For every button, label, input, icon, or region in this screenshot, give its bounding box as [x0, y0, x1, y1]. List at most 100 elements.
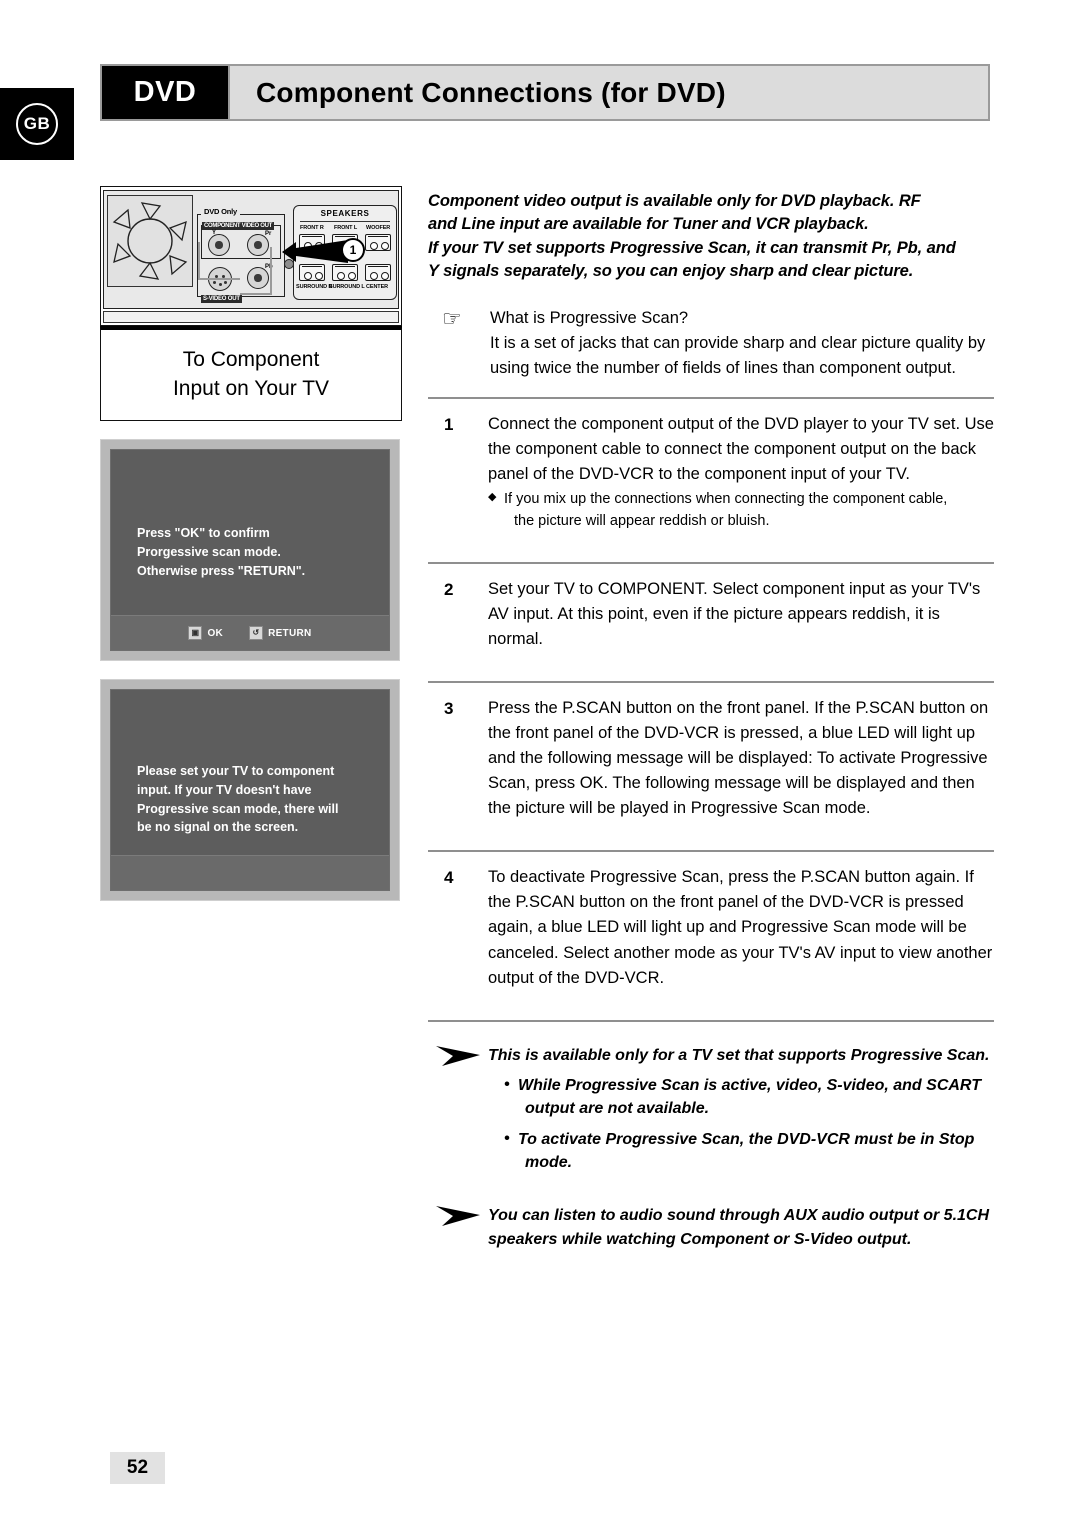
tv-screen-2-message: Please set your TV to component input. I… — [137, 762, 338, 837]
step-1-subnote-text: If you mix up the connections when conne… — [504, 491, 948, 508]
callout-number-1: 1 — [341, 238, 365, 262]
right-column: Component video output is available only… — [428, 190, 994, 1251]
intro-line3: If your TV set supports Progressive Scan… — [428, 238, 956, 257]
tv-mockup-2: Please set your TV to component input. I… — [100, 679, 400, 901]
step-3-number: 3 — [444, 698, 454, 718]
diagram-caption: To Component Input on Your TV — [100, 326, 402, 421]
cable-path-right — [240, 247, 272, 295]
page-header: DVD Component Connections (for DVD) — [100, 64, 990, 121]
header-media-tag: DVD — [100, 64, 230, 121]
tv-screen-1-line1: Press "OK" to confirm — [137, 526, 270, 540]
language-badge-label: GB — [16, 103, 58, 145]
terminal-label-front-r: FRONT R — [300, 225, 324, 231]
osd-button-ok[interactable]: ▣ OK — [188, 626, 223, 640]
intro-paragraph: Component video output is available only… — [428, 190, 994, 284]
arrow-bullet-icon — [436, 1206, 480, 1227]
page-title: Component Connections (for DVD) — [230, 64, 990, 121]
callout-arrow-icon — [282, 240, 348, 263]
jack-y-label: Y — [212, 230, 217, 236]
tip-2-text: You can listen to audio sound through AU… — [488, 1207, 990, 1248]
header-media-tag-label: DVD — [133, 76, 197, 108]
left-column: DVD Only COMPONENT VIDEO OUT Y Pr Pb S-V… — [100, 186, 402, 901]
terminal-surround-l — [332, 264, 358, 281]
speakers-divider — [300, 221, 390, 222]
tip-1: This is available only for a TV set that… — [428, 1044, 994, 1175]
dot-bullet-icon: • — [504, 1076, 510, 1094]
rear-panel-base — [103, 311, 399, 323]
tip-1-bullet-2: • To activate Progressive Scan, the DVD-… — [504, 1128, 994, 1175]
speakers-title: SPEAKERS — [320, 209, 370, 218]
jack-pr-label: Pr — [265, 231, 272, 237]
step-2-text: Set your TV to COMPONENT. Select compone… — [488, 579, 981, 648]
tv-screen-1-button-bar: ▣ OK ↺ RETURN — [111, 615, 389, 650]
tip-1-bullet-2-cont: mode. — [525, 1154, 573, 1172]
terminal-center — [365, 264, 391, 281]
step-3-text: Press the P.SCAN button on the front pan… — [488, 698, 989, 818]
tv-mockup-1: Press "OK" to confirm Prorgessive scan m… — [100, 439, 400, 661]
ok-icon: ▣ — [188, 626, 203, 640]
diamond-bullet-icon: ◆ — [488, 491, 497, 504]
rear-panel-diagram: DVD Only COMPONENT VIDEO OUT Y Pr Pb S-V… — [100, 186, 402, 326]
osd-button-ok-label: OK — [207, 627, 224, 639]
tip-1-bullet-1-cont: output are not available. — [525, 1100, 710, 1118]
osd-button-return[interactable]: ↺ RETURN — [249, 626, 311, 640]
step-1-text: Connect the component output of the DVD … — [488, 414, 994, 484]
dot-bullet-icon: • — [504, 1129, 510, 1147]
tip-1-bullet-1: • While Progressive Scan is active, vide… — [504, 1074, 994, 1121]
step-3: 3 Press the P.SCAN button on the front p… — [428, 683, 994, 834]
step-1-subnote-cont: the picture will appear reddish or bluis… — [514, 512, 770, 529]
step-1: 1 Connect the component output of the DV… — [428, 399, 994, 546]
rule-below-step-4 — [428, 1019, 994, 1022]
diagram-caption-line2: Input on Your TV — [172, 377, 330, 400]
step-2-number: 2 — [444, 579, 454, 599]
tv-screen-2-button-bar — [111, 855, 389, 890]
step-4-number: 4 — [444, 868, 454, 888]
step-1-number: 1 — [444, 414, 454, 434]
tv-screen-1-message: Press "OK" to confirm Prorgessive scan m… — [137, 524, 305, 580]
terminal-label-center: CENTER — [366, 284, 389, 290]
osd-button-return-label: RETURN — [268, 627, 312, 639]
intro-line4: Y signals separately, so you can enjoy s… — [428, 262, 914, 281]
step-4-text: To deactivate Progressive Scan, press th… — [488, 868, 993, 987]
tv-screen-2-line3: Progressive scan mode, there will — [137, 801, 339, 816]
tip-1-bullet-2-text: To activate Progressive Scan, the DVD-VC… — [518, 1130, 975, 1148]
tip-1-text: This is available only for a TV set that… — [488, 1046, 990, 1064]
terminal-label-woofer: WOOFER — [366, 225, 391, 231]
dvd-only-label: DVD Only — [201, 207, 240, 216]
page-title-label: Component Connections (for DVD) — [256, 76, 726, 108]
tips-section: This is available only for a TV set that… — [428, 1044, 994, 1252]
terminal-label-surround-r: SURROUND R — [296, 284, 333, 290]
s-video-out-label: S-VIDEO OUT — [201, 295, 242, 303]
terminal-surround-r — [299, 264, 325, 281]
component-video-out-label: COMPONENT VIDEO OUT — [202, 222, 274, 230]
progressive-scan-note-heading: What is Progressive Scan? — [490, 308, 689, 327]
pointing-hand-icon: ☞ — [442, 305, 462, 331]
arrow-bullet-icon — [436, 1045, 480, 1066]
tv-screen-1-line3: Otherwise press "RETURN". — [137, 563, 306, 578]
diagram-caption-line1: To Component — [182, 348, 320, 372]
tip-2: You can listen to audio sound through AU… — [428, 1204, 994, 1251]
intro-line2: and Line input are available for Tuner a… — [428, 215, 869, 234]
tv-screen-1: Press "OK" to confirm Prorgessive scan m… — [110, 449, 390, 651]
tv-screen-2-line1: Please set your TV to component — [137, 764, 335, 778]
step-4: 4 To deactivate Progressive Scan, press … — [428, 852, 994, 1003]
terminal-woofer — [365, 234, 391, 251]
progressive-scan-note-body: It is a set of jacks that can provide sh… — [490, 333, 986, 377]
tv-screen-2: Please set your TV to component input. I… — [110, 689, 390, 891]
tv-screen-2-line2: input. If your TV doesn't have — [137, 782, 312, 797]
step-1-subnote: ◆ If you mix up the connections when con… — [488, 489, 994, 533]
terminal-label-front-l: FRONT L — [334, 225, 358, 231]
cooling-fan-icon — [107, 195, 193, 287]
language-badge: GB — [0, 88, 74, 160]
step-2: 2 Set your TV to COMPONENT. Select compo… — [428, 564, 994, 665]
intro-line1: Component video output is available only… — [428, 192, 921, 210]
tip-1-bullets: • While Progressive Scan is active, vide… — [488, 1074, 994, 1174]
page-number: 52 — [110, 1452, 165, 1484]
tip-1-bullet-1-text: While Progressive Scan is active, video,… — [518, 1077, 981, 1095]
tv-screen-1-line2: Prorgessive scan mode. — [137, 544, 281, 559]
tv-screen-2-line4: be no signal on the screen. — [137, 820, 299, 835]
return-icon: ↺ — [249, 626, 264, 640]
terminal-label-surround-l: SURROUND L — [329, 284, 365, 290]
speakers-group: SPEAKERS FRONT R FRONT L WOOFER SURROUND… — [282, 205, 397, 300]
progressive-scan-note: ☞ What is Progressive Scan? It is a set … — [428, 306, 994, 381]
